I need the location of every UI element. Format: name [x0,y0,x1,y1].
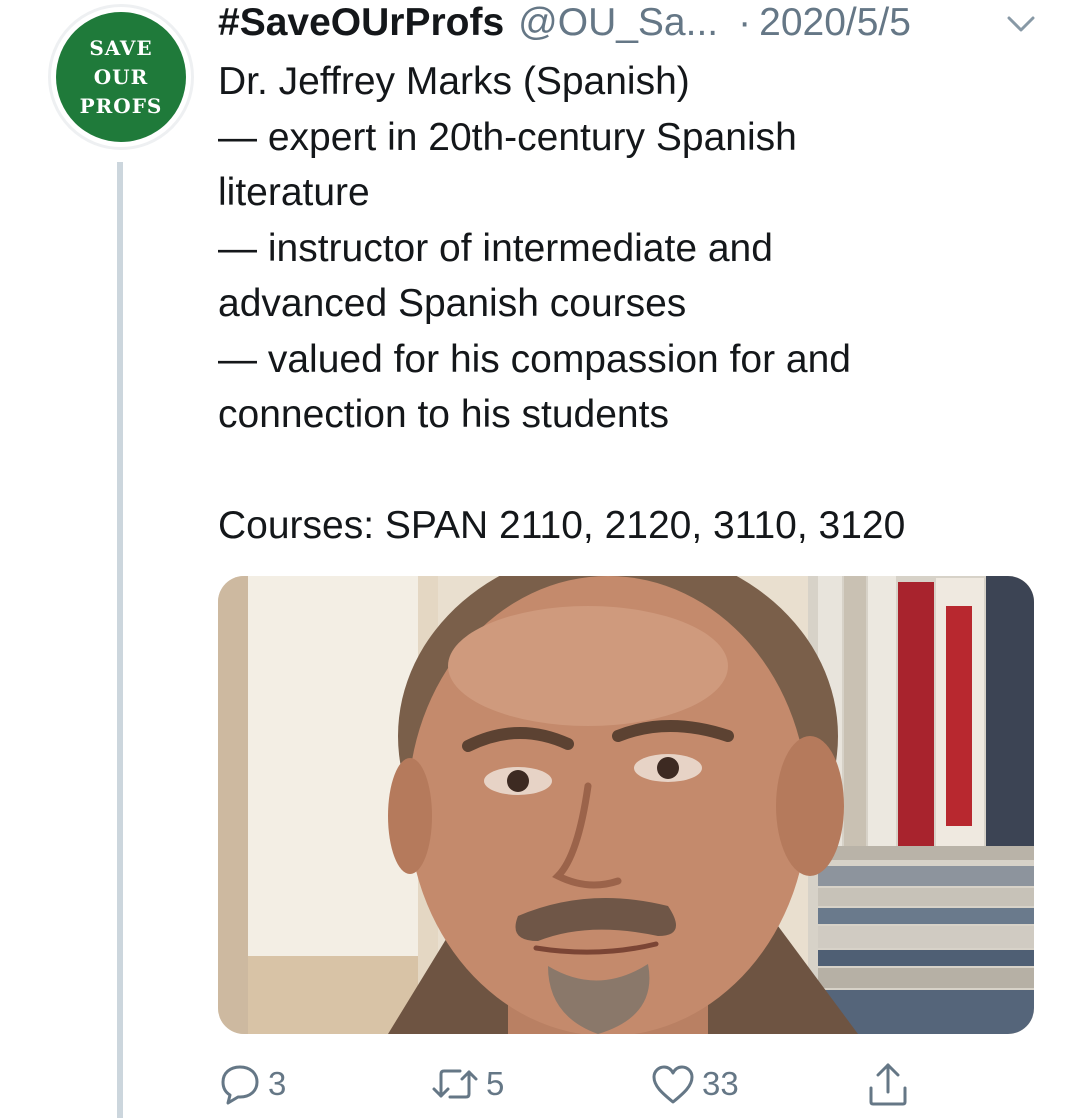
tweet-header: #SaveOUrProfs @OU_Sa... · 2020/5/5 [218,0,911,46]
share-icon [866,1060,910,1108]
thread-line [117,162,123,1118]
avatar-text-line-1: SAVE [89,35,153,60]
tweet-text-line: — valued for his compassion for and [218,337,851,381]
user-handle[interactable]: @OU_Sa... [518,1,718,45]
tweet-photo[interactable] [218,576,1034,1034]
tweet-text-line: connection to his students [218,393,669,436]
share-button[interactable] [866,1058,910,1110]
avatar-text-line-3: PROFS [79,93,163,118]
avatar[interactable]: SAVE OUR PROFS [48,4,194,150]
tweet-text: Dr. Jeffrey Marks (Spanish) — expert in … [218,54,1038,443]
chevron-down-icon[interactable] [1003,12,1039,36]
retweet-icon [430,1062,480,1106]
reply-count: 3 [268,1065,287,1102]
heart-icon [650,1062,696,1106]
display-name[interactable]: #SaveOUrProfs [218,1,504,45]
tweet-text-line: Dr. Jeffrey Marks (Spanish) [218,60,690,103]
retweet-button[interactable]: 5 [430,1058,504,1110]
tweet[interactable]: SAVE OUR PROFS #SaveOUrProfs @OU_Sa... ·… [0,0,1080,1118]
avatar-text-line-2: OUR [93,64,149,89]
avatar-logo: SAVE OUR PROFS [56,12,186,142]
tweet-actions: 3 5 33 [218,1058,1034,1110]
tweet-text-line: — instructor of intermediate and [218,226,773,270]
tweet-text-line: — expert in 20th-century Spanish [218,115,797,159]
tweet-date[interactable]: 2020/5/5 [759,1,911,45]
like-count: 33 [702,1065,739,1102]
reply-button[interactable]: 3 [218,1058,286,1110]
tweet-text-line: advanced Spanish courses [218,282,687,325]
courses-text: Courses: SPAN 2110, 2120, 3110, 3120 [218,504,906,547]
retweet-count: 5 [486,1065,505,1102]
like-button[interactable]: 33 [650,1058,739,1110]
reply-icon [218,1062,262,1106]
tweet-text-line: literature [218,171,370,214]
separator-dot: · [738,1,752,44]
professor-photo [218,576,1034,1034]
